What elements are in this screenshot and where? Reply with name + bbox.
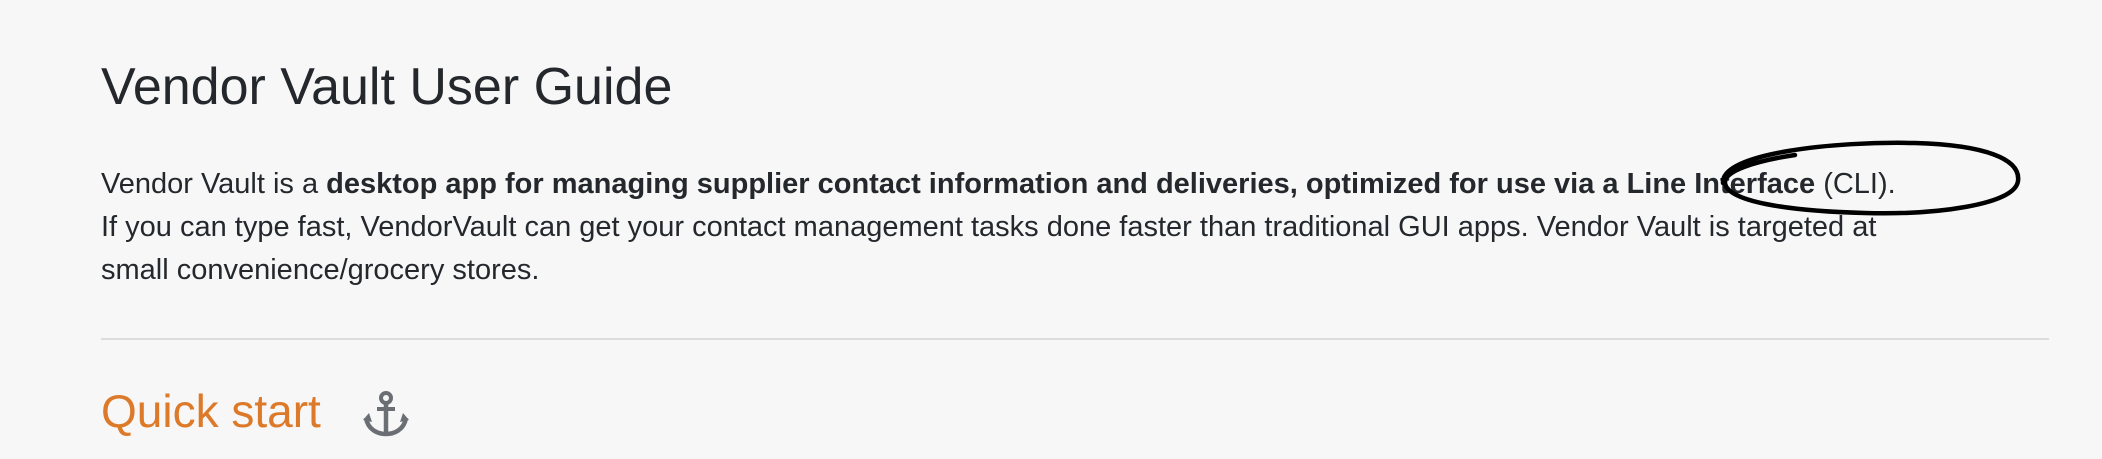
anchor-icon[interactable]	[362, 390, 410, 438]
intro-prefix: Vendor Vault is a	[101, 168, 327, 200]
annotation-ellipse	[1720, 140, 2021, 216]
intro-bold-text: desktop app for managing supplier contac…	[326, 168, 1816, 200]
quick-start-heading: Quick start	[101, 385, 321, 437]
section-divider	[101, 338, 2049, 340]
intro-line-3: small convenience/grocery stores.	[101, 254, 540, 286]
page-title: Vendor Vault User Guide	[101, 58, 673, 116]
